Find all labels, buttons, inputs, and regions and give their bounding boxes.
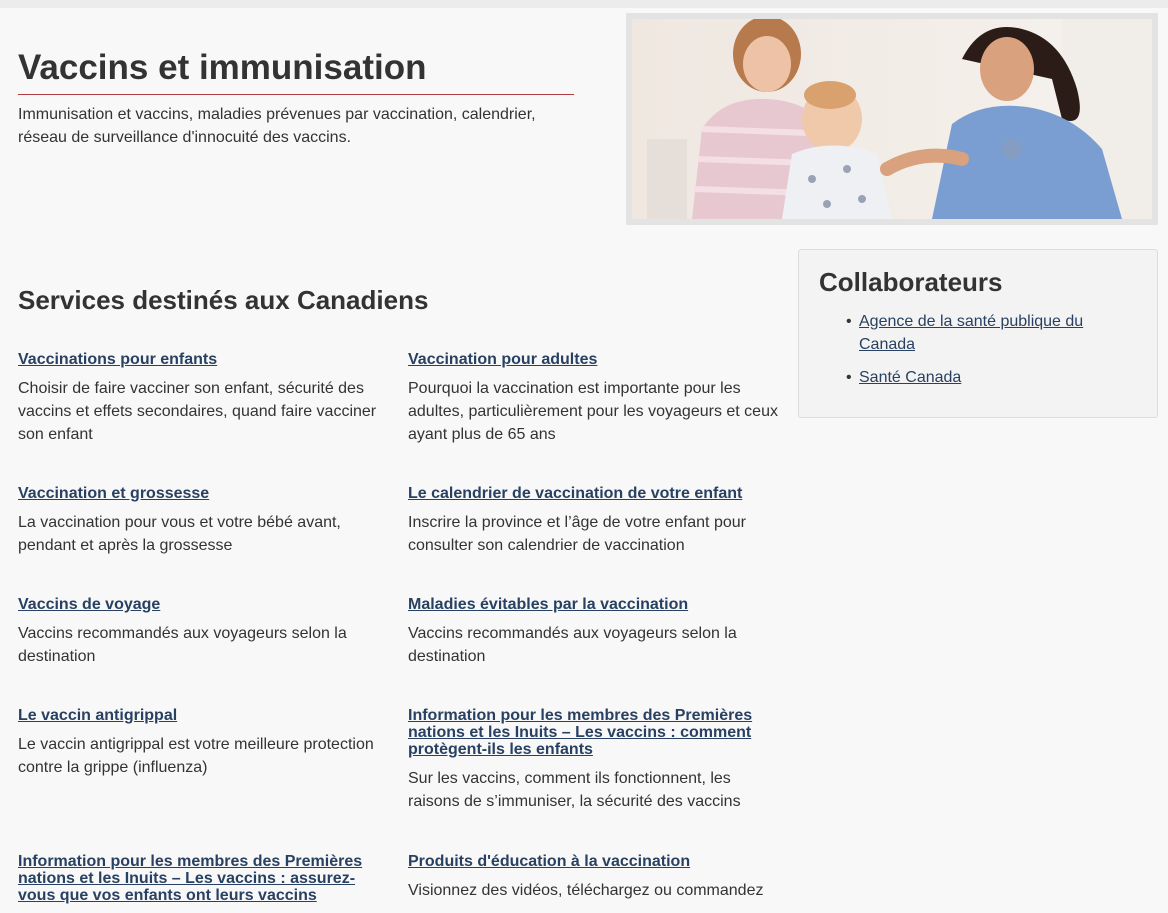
collaborator-link-health-canada[interactable]: Santé Canada xyxy=(859,369,961,386)
top-strip xyxy=(0,0,1168,8)
page-title: Vaccins et immunisation xyxy=(18,48,574,95)
service-item: Information pour les membres des Premièr… xyxy=(18,853,368,913)
service-link[interactable]: Produits d'éducation à la vaccination xyxy=(408,853,778,870)
service-item: Maladies évitables par la vaccination Va… xyxy=(408,596,778,668)
service-item: Produits d'éducation à la vaccination Vi… xyxy=(408,853,778,902)
service-link[interactable]: Maladies évitables par la vaccination xyxy=(408,596,778,613)
service-item: Information pour les membres des Premièr… xyxy=(408,707,758,813)
service-link[interactable]: Vaccination et grossesse xyxy=(18,485,388,502)
service-description: Vaccins recommandés aux voyageurs selon … xyxy=(408,625,737,665)
bullet-icon: • xyxy=(846,313,852,330)
collaborator-link-phac[interactable]: Agence de la santé publique du Canada xyxy=(859,313,1083,353)
mother-baby-nurse-photo-icon xyxy=(632,19,1152,219)
service-link[interactable]: Vaccins de voyage xyxy=(18,596,388,613)
collaborators-list: • Agence de la santé publique du Canada … xyxy=(819,310,1137,389)
service-link[interactable]: Information pour les membres des Premièr… xyxy=(408,707,758,758)
service-description: Inscrire la province et l’âge de votre e… xyxy=(408,514,746,554)
service-description: Visionnez des vidéos, téléchargez ou com… xyxy=(408,882,764,899)
collaborators-panel: Collaborateurs • Agence de la santé publ… xyxy=(798,249,1158,418)
page-description: Immunisation et vaccins, maladies préven… xyxy=(18,106,536,146)
collaborator-item: • Agence de la santé publique du Canada xyxy=(846,310,1137,356)
service-item: Vaccination pour adultes Pourquoi la vac… xyxy=(408,351,778,446)
service-link[interactable]: Vaccinations pour enfants xyxy=(18,351,388,368)
service-item: Vaccins de voyage Vaccins recommandés au… xyxy=(18,596,388,668)
service-description: Sur les vaccins, comment ils fonctionnen… xyxy=(408,770,741,810)
service-item: Vaccinations pour enfants Choisir de fai… xyxy=(18,351,388,446)
service-description: Le vaccin antigrippal est votre meilleur… xyxy=(18,736,374,776)
bullet-icon: • xyxy=(846,369,852,386)
service-description: Pourquoi la vaccination est importante p… xyxy=(408,380,778,443)
service-link[interactable]: Le calendrier de vaccination de votre en… xyxy=(408,485,778,502)
hero-image xyxy=(626,13,1158,225)
page-header: Vaccins et immunisation Immunisation et … xyxy=(18,48,574,149)
service-item: Le calendrier de vaccination de votre en… xyxy=(408,485,778,557)
service-link[interactable]: Le vaccin antigrippal xyxy=(18,707,388,724)
services-title: Services destinés aux Canadiens xyxy=(18,285,429,315)
collaborators-title: Collaborateurs xyxy=(819,267,1003,297)
service-link[interactable]: Information pour les membres des Premièr… xyxy=(18,853,368,904)
collaborator-item: • Santé Canada xyxy=(846,366,1137,389)
service-item: Le vaccin antigrippal Le vaccin antigrip… xyxy=(18,707,388,779)
service-item: Vaccination et grossesse La vaccination … xyxy=(18,485,388,557)
service-description: La vaccination pour vous et votre bébé a… xyxy=(18,514,341,554)
service-description: Choisir de faire vacciner son enfant, sé… xyxy=(18,380,377,443)
service-description: Vaccins recommandés aux voyageurs selon … xyxy=(18,625,347,665)
service-link[interactable]: Vaccination pour adultes xyxy=(408,351,778,368)
